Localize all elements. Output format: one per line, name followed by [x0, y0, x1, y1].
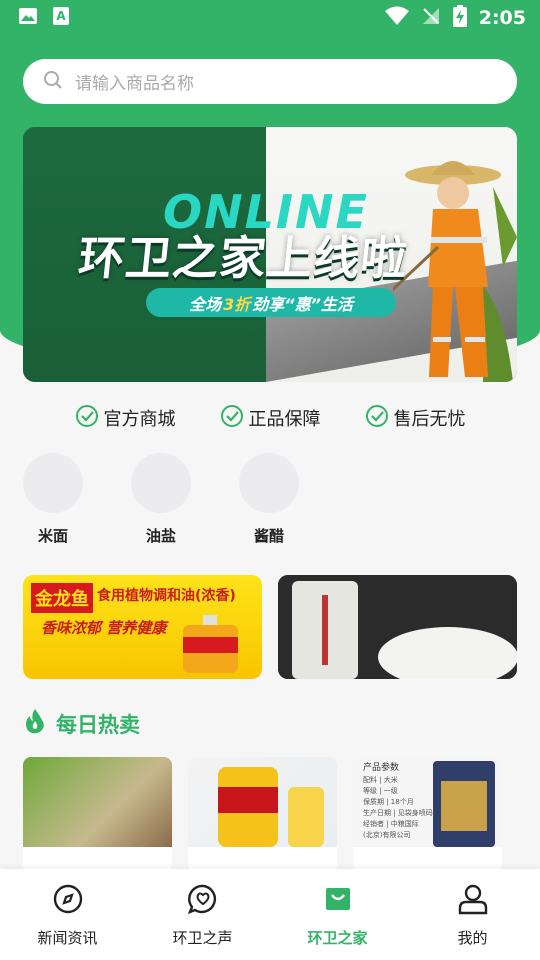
tab-home[interactable]: 环卫之家 [270, 869, 405, 960]
product-spec-heading: 产品参数 [363, 763, 400, 773]
category-image [131, 453, 191, 513]
category-label: 米面 [37, 527, 68, 545]
tab-voice[interactable]: 环卫之声 [135, 869, 270, 960]
product-image: 产品参数 配料 | 大米 等级 | 一级 保质期 | 18个月 生产日期 | 见… [353, 757, 502, 847]
check-circle-icon [365, 404, 389, 433]
tab-label: 新闻资讯 [37, 929, 98, 947]
no-signal-icon [421, 6, 441, 30]
guarantee-official: 官方商城 [75, 403, 176, 433]
wifi-icon [384, 6, 409, 30]
clock: 2:05 [478, 7, 526, 29]
category-image [23, 453, 83, 513]
category-oil-salt[interactable]: 油盐 [131, 453, 191, 546]
status-bar: A 2:05 [0, 0, 540, 36]
tab-label: 环卫之家 [307, 929, 368, 947]
text-notification-icon: A [52, 6, 70, 30]
category-label: 油盐 [145, 527, 176, 545]
promo-tile-rice[interactable] [278, 575, 517, 679]
category-sauce-vinegar[interactable]: 酱醋 [239, 453, 299, 546]
pill-highlight: 3折 [223, 294, 251, 314]
rice-bag-illustration [433, 761, 495, 847]
battery-charging-icon [452, 5, 467, 31]
oil-bottle-product-illustration [218, 767, 324, 847]
tab-news[interactable]: 新闻资讯 [0, 869, 135, 960]
guarantee-label: 售后无忧 [393, 409, 466, 430]
oil-bottle-illustration [183, 615, 238, 673]
sanitation-worker-illustration [393, 161, 517, 382]
pill-prefix: 全场 [189, 294, 222, 314]
image-notification-icon [18, 6, 38, 30]
search-placeholder: 请输入商品名称 [75, 74, 194, 94]
shopping-bag-icon [322, 883, 354, 919]
daily-hot-heading: 每日热卖 [24, 708, 140, 739]
guarantee-authentic: 正品保障 [220, 403, 321, 433]
guarantee-aftersales: 售后无忧 [365, 403, 466, 433]
bottom-tab-bar: 新闻资讯 环卫之声 环卫之家 我的 [0, 869, 540, 960]
user-icon [457, 883, 489, 919]
guarantee-row: 官方商城 正品保障 售后无忧 [0, 403, 540, 433]
category-image [239, 453, 299, 513]
check-circle-icon [75, 404, 99, 433]
product-spec-list: 配料 | 大米 等级 | 一级 保质期 | 18个月 生产日期 | 见袋身喷码 … [363, 776, 433, 839]
promo-tile-oil[interactable]: 金龙鱼 食用植物调和油(浓香) 香味浓郁 营养健康 [23, 575, 262, 679]
rice-illustration [278, 575, 517, 679]
product-image [23, 757, 172, 847]
promo-slogan-2: 香味浓郁 营养健康 [41, 619, 167, 637]
pill-suffix: 劲享“惠”生活 [252, 294, 353, 314]
product-card[interactable] [188, 757, 337, 872]
promo-banner[interactable]: ONLINE 环卫之家上线啦 全场 3折 劲享“惠”生活 [23, 127, 517, 382]
category-label: 酱醋 [253, 527, 284, 545]
check-circle-icon [220, 404, 244, 433]
tab-label: 我的 [457, 929, 488, 947]
daily-hot-title: 每日热卖 [56, 712, 140, 737]
tab-profile[interactable]: 我的 [405, 869, 540, 960]
banner-discount-pill: 全场 3折 劲享“惠”生活 [146, 288, 396, 317]
search-icon [43, 70, 63, 94]
product-card[interactable]: 产品参数 配料 | 大米 等级 | 一级 保质期 | 18个月 生产日期 | 见… [353, 757, 502, 872]
promo-slogan-1: 食用植物调和油(浓香) [97, 588, 236, 604]
heart-chat-icon [187, 883, 219, 919]
svg-text:A: A [56, 9, 66, 23]
hot-products-list: 产品参数 配料 | 大米 等级 | 一级 保质期 | 18个月 生产日期 | 见… [23, 757, 502, 872]
product-image [188, 757, 337, 847]
guarantee-label: 正品保障 [248, 409, 321, 430]
category-rice-noodles[interactable]: 米面 [23, 453, 83, 546]
product-card[interactable] [23, 757, 172, 872]
search-input[interactable]: 请输入商品名称 [23, 59, 517, 104]
compass-icon [52, 883, 84, 919]
promo-brand: 金龙鱼 [31, 583, 93, 613]
category-row: 米面 油盐 酱醋 [23, 453, 299, 546]
banner-headline: 环卫之家上线啦 [75, 231, 411, 285]
tab-label: 环卫之声 [172, 929, 233, 947]
flame-icon [24, 708, 46, 739]
guarantee-label: 官方商城 [103, 409, 176, 430]
